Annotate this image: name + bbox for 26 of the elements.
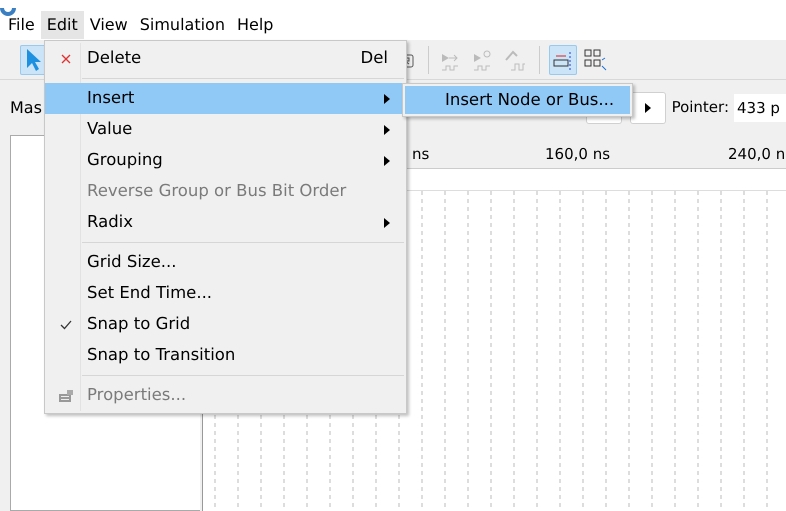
menu-item[interactable]: Insert Node or Bus... bbox=[405, 86, 630, 114]
menu-item[interactable]: Help bbox=[230, 11, 280, 39]
menu-item[interactable]: Grid Size... bbox=[45, 247, 406, 278]
master-label: Mas bbox=[10, 96, 42, 118]
menu-item[interactable]: Delete Del bbox=[45, 43, 406, 74]
menu-item[interactable]: Grouping bbox=[45, 145, 406, 176]
next-button[interactable] bbox=[630, 92, 666, 124]
menu-item[interactable]: Radix bbox=[45, 207, 406, 238]
menu-item[interactable]: Snap to Transition bbox=[45, 340, 406, 371]
menu-item[interactable]: Value bbox=[45, 114, 406, 145]
arrow-right-icon bbox=[644, 102, 651, 112]
time-label: 160,0 ns bbox=[545, 144, 610, 166]
menu-item[interactable]: Edit bbox=[40, 11, 84, 39]
time-label: ns bbox=[412, 144, 430, 166]
menu-item[interactable]: Simulation bbox=[134, 11, 231, 39]
delete-icon bbox=[61, 54, 71, 64]
pointer-label: Pointer: bbox=[672, 97, 729, 118]
menu-item[interactable]: File bbox=[2, 11, 41, 39]
pointer-field[interactable]: 433 p bbox=[734, 94, 786, 122]
toolbar-button[interactable] bbox=[549, 44, 577, 74]
menu-item[interactable]: View bbox=[84, 11, 134, 39]
menu-item[interactable]: Set End Time... bbox=[45, 278, 406, 309]
menu-item[interactable]: Snap to Grid bbox=[45, 309, 406, 340]
app-logo-icon bbox=[0, 8, 16, 18]
properties-icon bbox=[58, 388, 74, 402]
time-label: 240,0 n bbox=[728, 144, 786, 166]
